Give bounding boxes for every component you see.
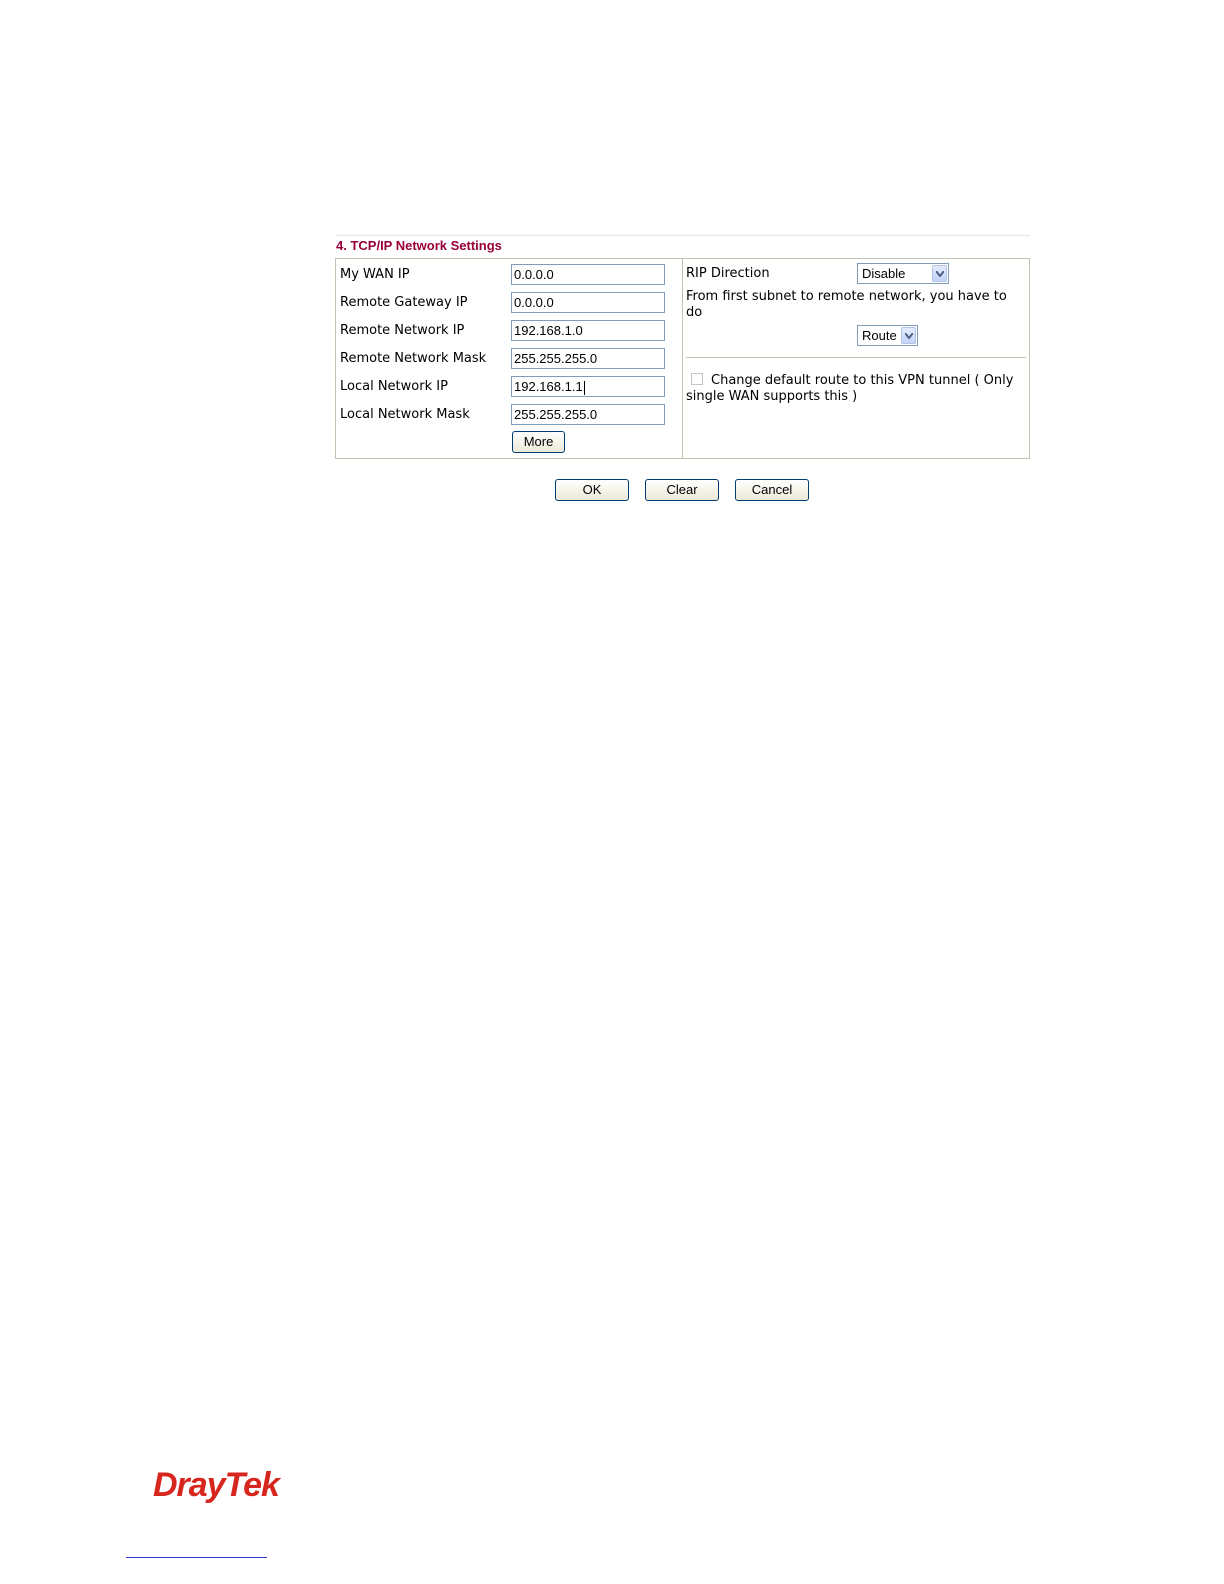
section-title: 4. TCP/IP Network Settings: [336, 238, 502, 253]
remote-network-mask-label: Remote Network Mask: [340, 351, 487, 366]
route-select[interactable]: Route: [857, 325, 918, 346]
chevron-down-icon: [901, 327, 916, 344]
tcpip-settings-panel: My WAN IP 0.0.0.0 Remote Gateway IP 0.0.…: [335, 258, 1030, 459]
my-wan-ip-input[interactable]: 0.0.0.0: [511, 264, 665, 285]
panel-divider: [682, 259, 683, 458]
local-network-mask-input[interactable]: 255.255.255.0: [511, 404, 665, 425]
local-network-ip-value: 192.168.1.1: [514, 379, 583, 394]
local-network-ip-input[interactable]: 192.168.1.1: [511, 376, 665, 397]
route-value: Route: [862, 328, 897, 343]
my-wan-ip-label: My WAN IP: [340, 267, 410, 282]
right-divider: [686, 357, 1026, 358]
remote-gateway-ip-input[interactable]: 0.0.0.0: [511, 292, 665, 313]
rip-direction-value: Disable: [862, 266, 906, 281]
rip-direction-label: RIP Direction: [686, 266, 770, 281]
more-button[interactable]: More: [512, 431, 565, 453]
subnet-text: From first subnet to remote network, you…: [686, 289, 1007, 320]
clear-button[interactable]: Clear: [645, 479, 719, 501]
remote-gateway-ip-label: Remote Gateway IP: [340, 295, 468, 310]
title-rule: [336, 235, 1030, 236]
text-cursor: [583, 380, 585, 395]
ok-button[interactable]: OK: [555, 479, 629, 501]
chevron-down-icon: [932, 265, 947, 282]
draytek-logo: DrayTek: [153, 1466, 280, 1504]
rip-direction-select[interactable]: Disable: [857, 263, 949, 284]
remote-network-ip-input[interactable]: 192.168.1.0: [511, 320, 665, 341]
change-default-route-label: Change default route to this VPN tunnel …: [686, 373, 1014, 404]
remote-network-ip-label: Remote Network IP: [340, 323, 465, 338]
footer-line: [126, 1557, 267, 1558]
local-network-mask-label: Local Network Mask: [340, 407, 470, 422]
cancel-button[interactable]: Cancel: [735, 479, 809, 501]
local-network-ip-label: Local Network IP: [340, 379, 448, 394]
remote-network-mask-input[interactable]: 255.255.255.0: [511, 348, 665, 369]
